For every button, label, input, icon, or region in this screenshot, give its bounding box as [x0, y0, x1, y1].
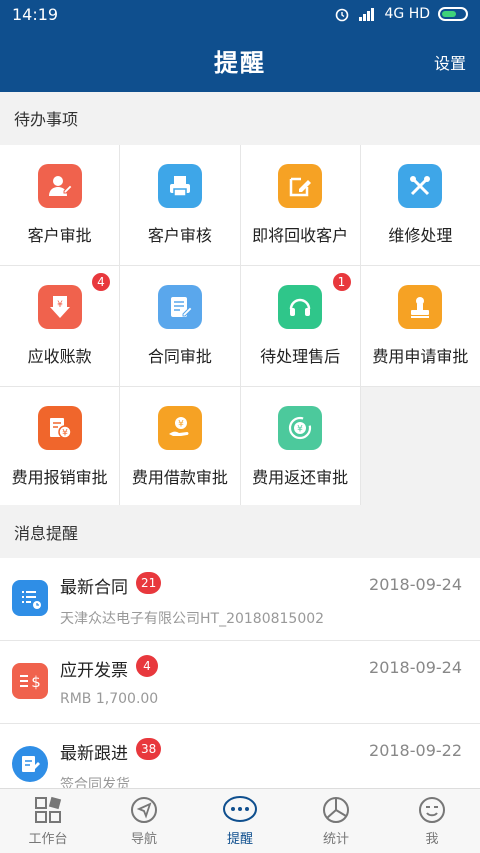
alarm-icon [336, 8, 349, 22]
svg-text:¥: ¥ [57, 300, 63, 310]
network-label: 4G HD [384, 6, 430, 22]
message-list: 最新合同 21 2018-09-24 天津众达电子有限公司HT_20180815… [0, 558, 480, 788]
todo-item-label: 维修处理 [388, 226, 453, 245]
tab-label: 我 [425, 832, 439, 847]
todo-item-label: 待处理售后 [260, 347, 341, 366]
todo-item-customer-approval[interactable]: 客户审批 [0, 145, 120, 265]
yuan-receipt-icon: ¥ [37, 406, 82, 450]
headset-icon [278, 285, 323, 329]
todo-item-receivables[interactable]: ¥ 应收账款 4 [0, 266, 120, 386]
status-time: 14:19 [12, 4, 59, 24]
invoice-dollar-icon: $ [12, 663, 48, 699]
todo-item-expense-request[interactable]: 费用申请审批 [360, 266, 480, 386]
message-date: 2018-09-22 [369, 741, 462, 760]
grid-icon [35, 796, 62, 823]
messages-section-title: 消息提醒 [0, 505, 480, 558]
status-bar: 14:19 4G HD [0, 0, 480, 28]
message-badge: 4 [136, 655, 158, 677]
tab-label: 统计 [322, 832, 349, 847]
yuan-refund-icon: ¥ [278, 406, 323, 450]
svg-text:¥: ¥ [178, 420, 184, 430]
stamp-icon [398, 285, 443, 329]
tab-label: 提醒 [226, 832, 253, 847]
tab-workbench[interactable]: 工作台 [0, 789, 96, 853]
todo-item-label: 应收账款 [27, 347, 92, 366]
message-item-contract[interactable]: 最新合同 21 2018-09-24 天津众达电子有限公司HT_20180815… [0, 558, 480, 641]
yuan-download-icon: ¥ [37, 285, 82, 329]
navigation-icon [131, 797, 157, 823]
message-title: 最新跟进 [60, 744, 128, 764]
chat-dots-icon [223, 796, 257, 822]
todo-item-contract-approval[interactable]: 合同审批 [120, 266, 240, 386]
settings-button[interactable]: 设置 [434, 50, 466, 74]
message-desc: 签合同发货 [60, 777, 130, 788]
todo-item-label: 费用借款审批 [131, 468, 228, 487]
svg-text:$: $ [31, 673, 41, 691]
message-date: 2018-09-24 [369, 575, 462, 594]
message-badge: 38 [136, 738, 162, 760]
tab-label: 工作台 [28, 832, 68, 847]
contract-list-icon [12, 580, 48, 616]
message-title: 应开发票 [60, 661, 128, 681]
svg-text:¥: ¥ [62, 429, 68, 439]
todo-item-label: 合同审批 [147, 347, 212, 366]
todo-item-repair[interactable]: 维修处理 [360, 145, 480, 265]
todo-item-label: 费用申请审批 [372, 347, 469, 366]
battery-icon [438, 7, 468, 21]
todo-item-label: 客户审批 [27, 226, 92, 245]
edit-note-icon [278, 164, 323, 208]
message-badge: 21 [136, 572, 162, 594]
tab-statistics[interactable]: 统计 [288, 789, 384, 853]
app-header: 提醒 设置 [0, 28, 480, 92]
todo-item-label: 客户审核 [147, 226, 212, 245]
todo-section-title: 待办事项 [0, 92, 480, 144]
smiley-icon [419, 797, 445, 823]
todo-item-recycle-customer[interactable]: 即将回收客户 [240, 145, 360, 265]
tab-label: 导航 [130, 832, 157, 847]
todo-badge: 4 [90, 271, 112, 293]
message-title: 最新合同 [60, 578, 128, 598]
printer-icon [157, 164, 202, 208]
message-desc: RMB 1,700.00 [60, 691, 159, 707]
todo-grid: 客户审批 客户审核 即将回收客户 维修处理 ¥ 应收账款 4 合同审批 待处理售… [0, 145, 480, 507]
signal-icon [359, 8, 375, 21]
todo-item-expense-refund[interactable]: ¥ 费用返还审批 [240, 387, 360, 507]
tab-me[interactable]: 我 [384, 789, 480, 853]
todo-item-label: 费用报销审批 [11, 468, 108, 487]
tab-reminders[interactable]: 提醒 [192, 789, 288, 853]
todo-item-customer-review[interactable]: 客户审核 [120, 145, 240, 265]
todo-item-expense-loan[interactable]: ¥ 费用借款审批 [120, 387, 240, 507]
todo-grid-empty-cell [360, 387, 480, 507]
followup-note-icon [12, 746, 48, 782]
hand-coin-icon: ¥ [157, 406, 202, 450]
document-edit-icon [157, 285, 202, 329]
bottom-tab-bar: 工作台 导航 提醒 统计 我 [0, 788, 480, 853]
page-title: 提醒 [214, 48, 266, 77]
message-item-invoice[interactable]: $ 应开发票 4 2018-09-24 RMB 1,700.00 [0, 641, 480, 724]
user-approve-icon [37, 164, 82, 208]
todo-item-label: 即将回收客户 [252, 226, 349, 245]
todo-item-label: 费用返还审批 [252, 468, 349, 487]
todo-item-expense-reimburse[interactable]: ¥ 费用报销审批 [0, 387, 120, 507]
tab-navigation[interactable]: 导航 [96, 789, 192, 853]
message-item-followup[interactable]: 最新跟进 38 2018-09-22 签合同发货 [0, 724, 480, 788]
pie-chart-icon [323, 797, 349, 823]
tools-icon [398, 164, 443, 208]
message-date: 2018-09-24 [369, 658, 462, 677]
message-desc: 天津众达电子有限公司HT_20180815002 [60, 611, 325, 627]
svg-text:¥: ¥ [297, 425, 303, 435]
todo-item-aftersales[interactable]: 待处理售后 1 [240, 266, 360, 386]
todo-badge: 1 [330, 271, 353, 293]
